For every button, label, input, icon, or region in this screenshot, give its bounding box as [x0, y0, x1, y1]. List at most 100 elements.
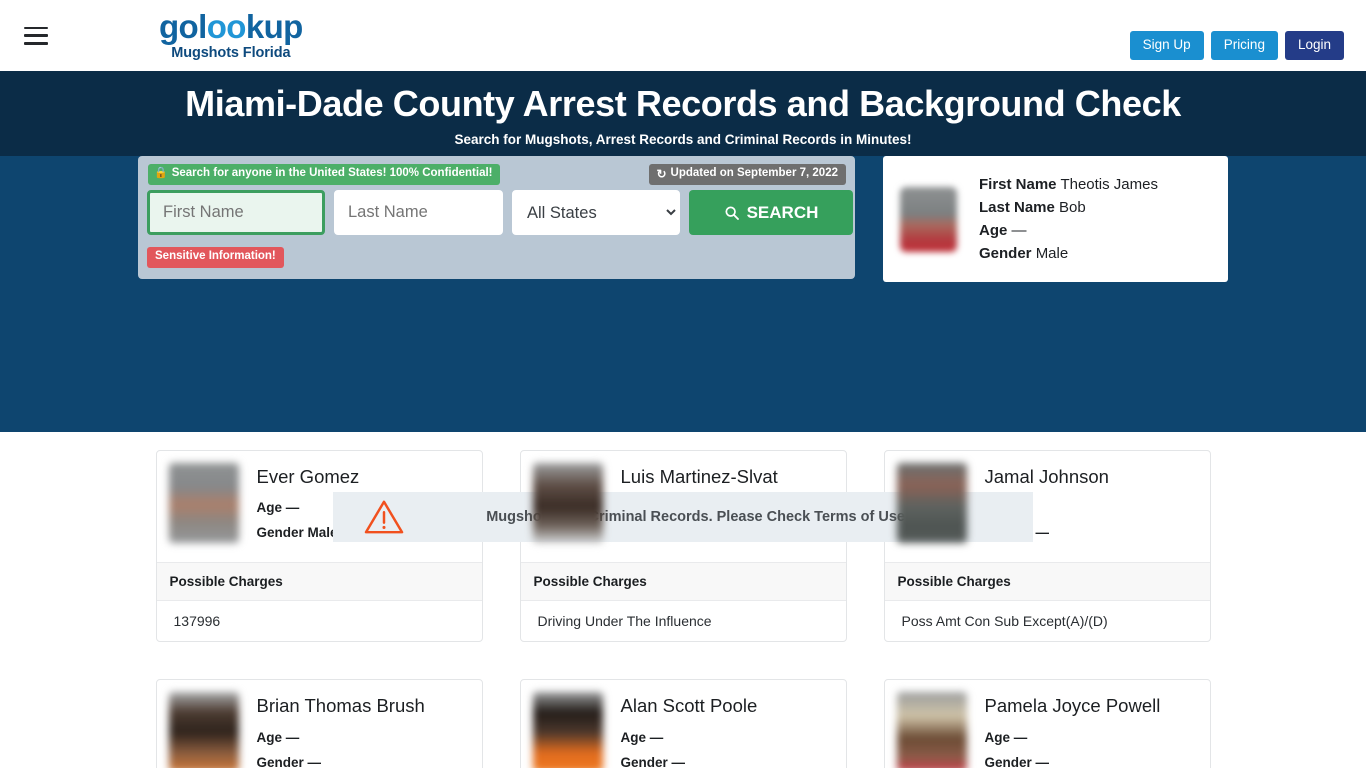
hamburger-line	[24, 26, 48, 29]
possible-charges-header: Possible Charges	[520, 562, 846, 602]
possible-charges-value: Poss Amt Con Sub Except(A)/(D)	[901, 613, 1108, 630]
field-value: Bob	[1059, 198, 1086, 216]
field-label: Age	[979, 222, 1008, 239]
gender-value: —	[1035, 754, 1050, 768]
magnifier-icon	[725, 205, 739, 220]
results-section: Ever Gomez Age — Gender Male Possible Ch…	[0, 432, 1366, 768]
hero-title-band: Miami-Dade County Arrest Records and Bac…	[0, 71, 1366, 156]
featured-field-age: Age —	[979, 222, 1158, 239]
result-card[interactable]: Alan Scott Poole Age — Gender — Possible…	[519, 679, 847, 768]
result-card-info: Pamela Joyce Powell Age — Gender —	[985, 692, 1161, 768]
search-form: All States SEARCH	[147, 190, 853, 235]
logo-part-1: gol	[159, 8, 207, 45]
state-select[interactable]: All States	[512, 190, 680, 235]
page-title: Miami-Dade County Arrest Records and Bac…	[185, 83, 1181, 125]
age-label: Age	[256, 500, 283, 516]
person-age: Age —	[257, 730, 425, 745]
person-age: Age —	[985, 730, 1161, 745]
person-name[interactable]: Jamal Johnson	[985, 466, 1109, 487]
sensitive-information-badge: Sensitive Information!	[147, 247, 284, 268]
first-name-input[interactable]	[147, 190, 325, 235]
result-card-header: Brian Thomas Brush Age — Gender —	[157, 680, 482, 768]
person-name[interactable]: Brian Thomas Brush	[257, 695, 425, 716]
hamburger-line	[24, 34, 48, 37]
possible-charges-value: 137996	[173, 613, 221, 630]
search-panel: 🔒 Search for anyone in the United States…	[138, 156, 855, 279]
search-button-label: SEARCH	[746, 202, 819, 222]
person-gender: Gender —	[257, 755, 425, 768]
logo-magnifier-oo-icon: oo	[206, 8, 247, 45]
possible-charges-header: Possible Charges	[156, 562, 482, 602]
mugshot-thumbnail	[896, 692, 967, 768]
refresh-icon: ↻	[656, 167, 667, 181]
person-name[interactable]: Luis Martinez-Slvat	[621, 466, 778, 487]
person-gender: Gender —	[621, 755, 758, 768]
result-card-header: Jamal Johnson Age — Gender —	[885, 451, 1210, 562]
featured-field-first-name: First Name Theotis James	[979, 176, 1158, 193]
mugshot-thumbnail	[168, 463, 239, 543]
confidential-badge-label: Search for anyone in the United States! …	[171, 167, 493, 179]
person-name[interactable]: Ever Gomez	[257, 466, 360, 487]
result-card[interactable]: Ever Gomez Age — Gender Male Possible Ch…	[155, 450, 483, 643]
gender-value: —	[1035, 525, 1050, 541]
age-value: —	[649, 729, 664, 745]
gender-label: Gender	[256, 525, 304, 541]
result-card[interactable]: Brian Thomas Brush Age — Gender — Possib…	[155, 679, 483, 768]
age-label: Age	[256, 729, 283, 745]
logo-part-3: kup	[245, 8, 303, 45]
confidential-badge: 🔒 Search for anyone in the United States…	[148, 164, 500, 185]
featured-field-gender: Gender Male	[979, 245, 1158, 262]
field-value: —	[1011, 222, 1027, 239]
page-subtitle: Search for Mugshots, Arrest Records and …	[454, 131, 912, 147]
field-label: Last Name	[979, 198, 1055, 216]
age-value: —	[285, 729, 300, 745]
person-name[interactable]: Alan Scott Poole	[621, 695, 758, 716]
field-label: First Name	[979, 175, 1057, 193]
featured-person-card[interactable]: First Name Theotis James Last Name Bob A…	[883, 156, 1228, 282]
avatar	[900, 186, 957, 252]
gender-value: —	[307, 754, 322, 768]
top-bar: gol oo kup Mugshots Florida Sign Up Pricin…	[0, 0, 1366, 71]
person-gender: Gender —	[985, 755, 1161, 768]
field-value: Theotis James	[1060, 175, 1158, 193]
result-card-header: Alan Scott Poole Age — Gender —	[521, 680, 846, 768]
updated-badge: ↻ Updated on September 7, 2022	[649, 164, 846, 185]
gender-label: Gender	[256, 754, 304, 768]
site-logo[interactable]: gol oo kup Mugshots Florida	[159, 10, 303, 61]
warning-triangle-icon	[364, 500, 404, 534]
search-button[interactable]: SEARCH	[689, 190, 853, 235]
hamburger-line	[24, 42, 48, 45]
age-value: —	[1013, 729, 1028, 745]
result-card[interactable]: Pamela Joyce Powell Age — Gender — Possi…	[883, 679, 1211, 768]
top-nav: Sign Up Pricing Login	[1129, 31, 1344, 60]
logo-subtitle: Mugshots Florida	[171, 45, 291, 61]
gender-label: Gender	[984, 754, 1032, 768]
gender-label: Gender	[620, 754, 668, 768]
result-card[interactable]: Jamal Johnson Age — Gender — Possible Ch…	[883, 450, 1211, 643]
mugshot-thumbnail	[168, 692, 239, 768]
field-label: Gender	[979, 245, 1032, 263]
login-button[interactable]: Login	[1284, 31, 1344, 60]
age-label: Age	[984, 729, 1011, 745]
result-card-info: Alan Scott Poole Age — Gender —	[621, 692, 758, 768]
result-card-header: Pamela Joyce Powell Age — Gender —	[885, 680, 1210, 768]
possible-charges-header: Possible Charges	[884, 562, 1210, 602]
person-name[interactable]: Pamela Joyce Powell	[985, 695, 1161, 716]
person-age: Age —	[621, 730, 758, 745]
updated-badge-label: Updated on September 7, 2022	[670, 167, 838, 180]
search-section: 🔒 Search for anyone in the United States…	[0, 156, 1366, 542]
result-card[interactable]: Luis Martinez-Slvat Age — Gender — Possi…	[519, 450, 847, 643]
result-card-info: Brian Thomas Brush Age — Gender —	[257, 692, 425, 768]
field-value: Male	[1035, 245, 1069, 263]
age-label: Age	[620, 729, 647, 745]
logo-wordmark: gol oo kup	[159, 10, 303, 43]
mugshot-thumbnail	[532, 692, 603, 768]
sign-up-button[interactable]: Sign Up	[1129, 31, 1204, 60]
gender-value: —	[671, 754, 686, 768]
mugshot-thumbnail	[532, 463, 603, 543]
possible-charges-value: Driving Under The Influence	[537, 613, 712, 630]
lock-icon: 🔒	[154, 167, 168, 180]
last-name-input[interactable]	[334, 190, 503, 235]
hamburger-menu-icon[interactable]	[24, 26, 48, 45]
pricing-button[interactable]: Pricing	[1210, 31, 1278, 60]
